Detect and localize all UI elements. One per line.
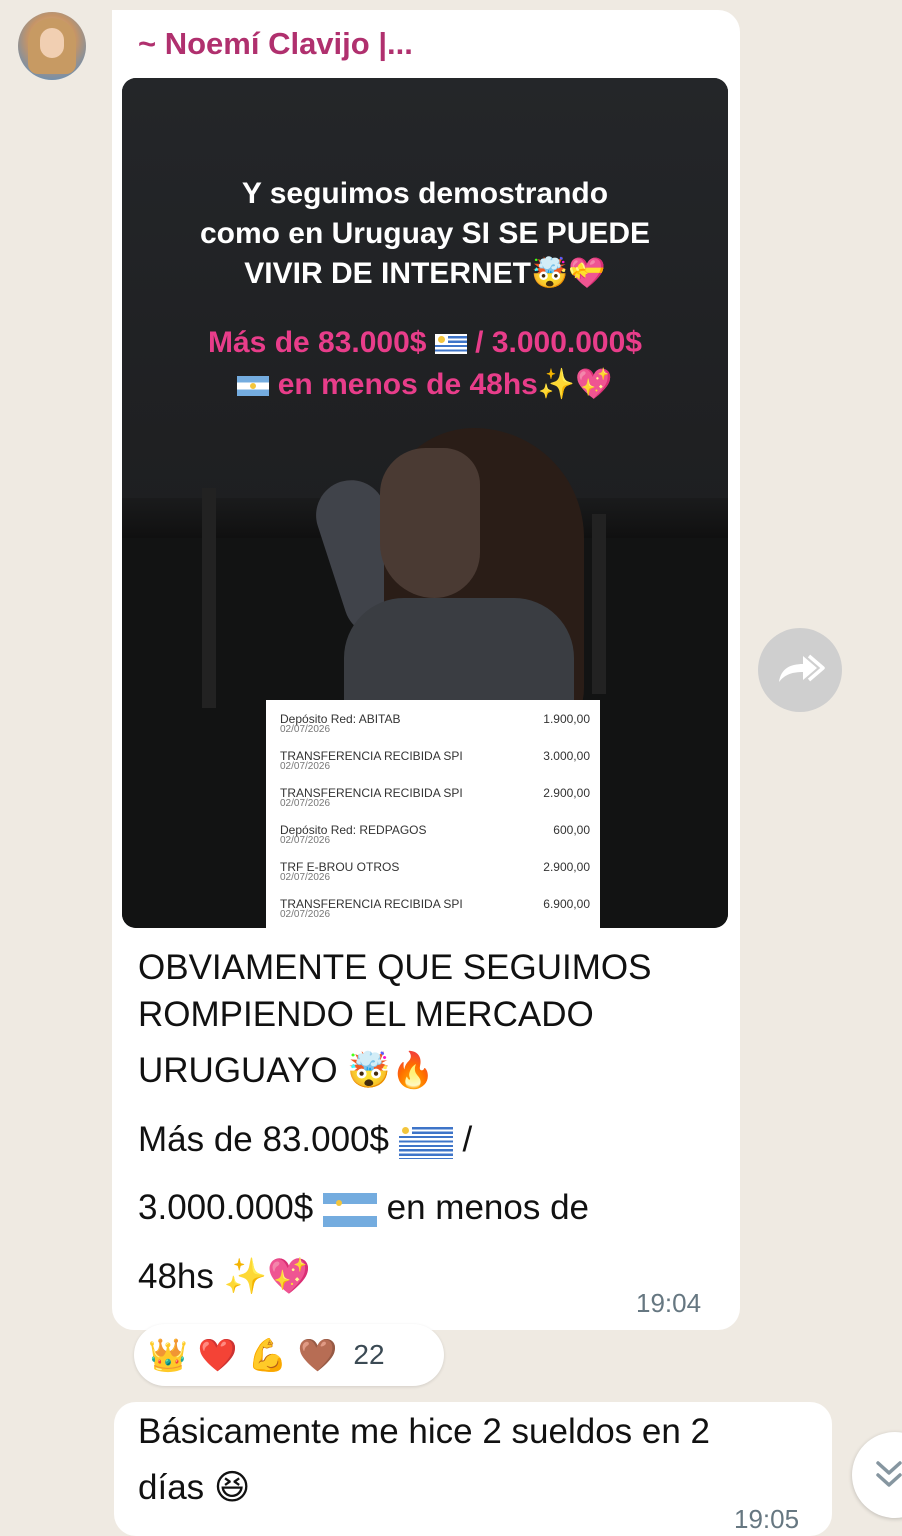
statement-row: TRANSFERENCIA RECIBIDA SPI 02/07/2026 6.… <box>280 897 590 933</box>
caption-slash: / <box>462 1120 473 1159</box>
caption-line6-emoji: ✨💖 <box>223 1257 311 1297</box>
statement-date: 02/07/2026 <box>280 872 331 883</box>
statement-amount: 3.000,00 <box>543 749 590 763</box>
caption-line5: 3.000.000$ en menos de <box>138 1188 718 1228</box>
argentina-flag-icon <box>322 1192 377 1227</box>
reaction-brown-heart: 🤎 <box>297 1336 338 1374</box>
double-chevron-down-icon <box>876 1461 902 1487</box>
scroll-down-button[interactable] <box>852 1432 902 1518</box>
caption-amount-ar: 3.000.000$ <box>138 1188 314 1227</box>
statement-row: TRANSFERENCIA RECIBIDA SPI 02/07/2026 2.… <box>280 786 590 822</box>
sender-avatar[interactable] <box>18 12 86 80</box>
statement-row: TRF E-BROU OTROS 02/07/2026 2.900,00 <box>280 860 590 896</box>
image-headline-line2: como en Uruguay SI SE PUEDE <box>199 217 651 250</box>
fence-post <box>202 488 216 708</box>
statement-date: 02/07/2026 <box>280 835 331 846</box>
bank-statement: Depósito Red: ABITAB 02/07/2026 1.900,00… <box>266 700 600 928</box>
caption-line2: ROMPIENDO EL MERCADO <box>138 995 594 1034</box>
pink-emoji: ✨💖 <box>537 367 613 402</box>
message2-emoji: 😆 <box>213 1468 251 1508</box>
sender-name[interactable]: ~ Noemí Clavijo |... <box>138 26 413 62</box>
statement-amount: 2.900,00 <box>543 860 590 874</box>
fence-post <box>592 514 606 694</box>
message2-line2-text: días <box>138 1468 205 1507</box>
headline-text: VIVIR DE INTERNET <box>244 257 531 290</box>
statement-date: 02/07/2026 <box>280 761 331 772</box>
image-pink-line1: Más de 83.000$ / 3.000.000$ <box>122 322 728 364</box>
image-headline-line1: Y seguimos demostrando <box>241 177 609 210</box>
statement-date: 02/07/2026 <box>280 909 331 920</box>
statement-row: TRANSFERENCIA RECIBIDA SPI 02/07/2026 3.… <box>280 749 590 785</box>
statement-date: 02/07/2026 <box>280 798 331 809</box>
pink-amount-ar: / 3.000.000$ <box>475 326 642 359</box>
uruguay-flag-icon <box>398 1124 453 1159</box>
uruguay-flag-icon <box>434 334 467 355</box>
message2-line1: Básicamente me hice 2 sueldos en 2 <box>138 1412 710 1451</box>
reaction-muscle: 💪 <box>247 1336 288 1374</box>
caption-amount-uy: Más de 83.000$ <box>138 1120 390 1159</box>
caption-line3-text: URUGUAYO <box>138 1051 338 1090</box>
image-pink-line2: en menos de 48hs✨💖 <box>122 364 728 406</box>
avatar-face <box>40 28 64 58</box>
statement-amount: 2.900,00 <box>543 786 590 800</box>
caption-line1: OBVIAMENTE QUE SEGUIMOS <box>138 948 652 987</box>
pink-timeframe: en menos de 48hs <box>277 368 538 401</box>
reaction-heart: ❤️ <box>197 1336 238 1374</box>
caption-timeframe: en menos de <box>386 1188 590 1227</box>
reaction-count: 22 <box>353 1339 385 1370</box>
reaction-crown: 👑 <box>148 1336 188 1374</box>
caption-line3-emoji: 🤯🔥 <box>347 1051 435 1091</box>
statement-amount: 1.900,00 <box>543 712 590 726</box>
headline-emoji: 🤯💝 <box>530 256 606 291</box>
message-timestamp: 19:04 <box>636 1288 702 1318</box>
message2-timestamp: 19:05 <box>734 1504 800 1534</box>
message2-line2: días 😆 <box>138 1468 718 1508</box>
caption-line6-text: 48hs <box>138 1257 214 1296</box>
forward-icon <box>779 654 825 682</box>
argentina-flag-icon <box>237 376 270 397</box>
statement-date: 02/07/2026 <box>280 724 331 735</box>
caption-line3: URUGUAYO 🤯🔥 <box>138 1050 718 1091</box>
statement-row: Depósito Red: ABITAB 02/07/2026 1.900,00 <box>280 712 590 748</box>
statement-amount: 6.900,00 <box>543 897 590 911</box>
forward-button[interactable] <box>758 628 842 712</box>
reactions-bar[interactable]: 👑 ❤️ 💪 🤎 22 <box>134 1324 444 1386</box>
statement-amount: 600,00 <box>553 823 590 837</box>
caption-line4: Más de 83.000$ / <box>138 1120 718 1160</box>
caption-line6: 48hs ✨💖 <box>138 1256 718 1297</box>
image-headline-line3: VIVIR DE INTERNET🤯💝 <box>122 254 728 294</box>
pink-amount-uy: Más de 83.000$ <box>208 326 427 359</box>
person-face <box>380 448 480 598</box>
statement-row: Depósito Red: REDPAGOS 02/07/2026 600,00 <box>280 823 590 859</box>
